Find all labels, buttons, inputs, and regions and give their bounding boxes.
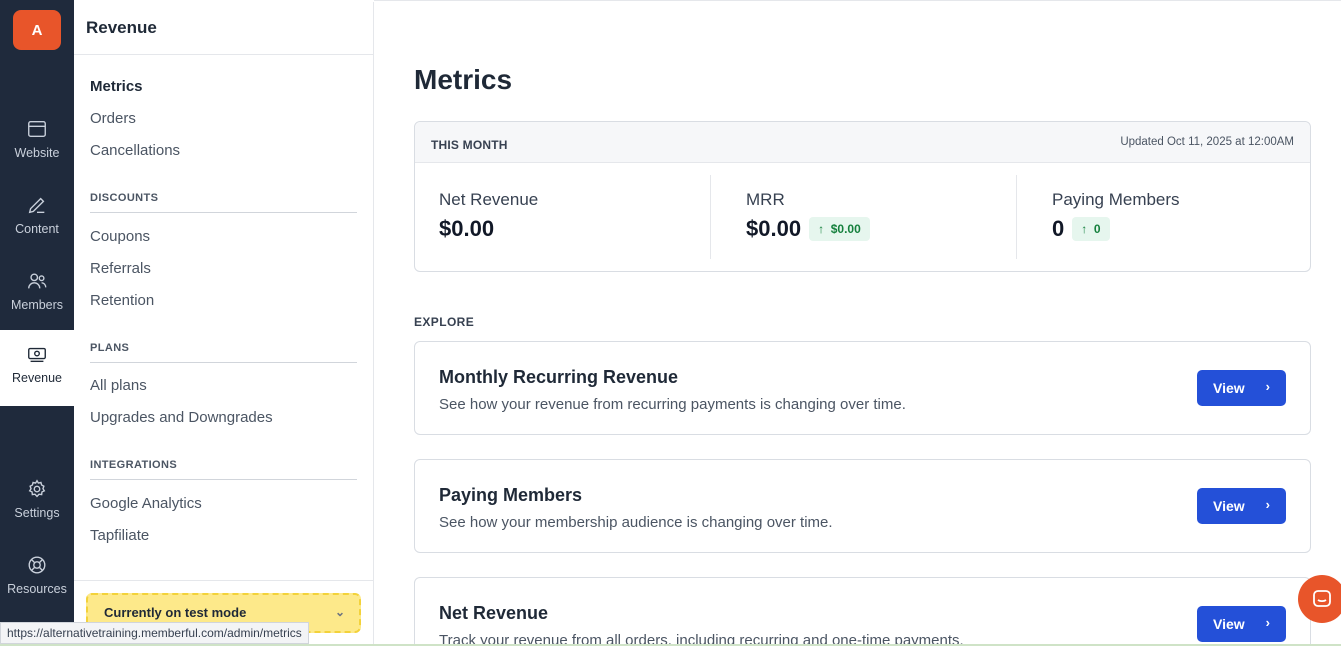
chevron-right-icon: › [1265, 497, 1270, 512]
chat-icon [1313, 590, 1331, 607]
sidebar-item-tapfiliate[interactable]: Tapfiliate [90, 527, 149, 544]
delta-value: 0 [1093, 222, 1101, 236]
revenue-sidebar: Revenue Metrics Orders Cancellations DIS… [74, 2, 374, 646]
explore-card-mrr: Monthly Recurring Revenue See how your r… [414, 341, 1311, 435]
arrow-up-icon: ↑ [1081, 222, 1094, 236]
view-button[interactable]: View › [1197, 606, 1286, 642]
delta-badge: ↑ 0 [1072, 217, 1110, 241]
sidebar-item-coupons[interactable]: Coupons [90, 228, 150, 245]
rail-label: Members [10, 298, 64, 312]
stat-mrr: MRR $0.00 ↑ $0.00 [722, 175, 1017, 259]
view-label: View [1213, 380, 1245, 396]
gear-icon [28, 479, 46, 498]
stat-value-text: 0 [1052, 216, 1065, 241]
explore-card-net-revenue: Net Revenue Track your revenue from all … [414, 577, 1311, 646]
explore-title: Monthly Recurring Revenue [439, 367, 679, 387]
account-avatar[interactable]: A [13, 10, 61, 50]
stat-name: Net Revenue [439, 190, 539, 209]
rail-item-revenue[interactable]: Revenue [0, 330, 74, 406]
app: A Website Content Members Revenue Settin… [0, 0, 1341, 646]
sidebar-item-all-plans[interactable]: All plans [90, 377, 147, 394]
rail-label: Resources [7, 582, 67, 596]
money-icon [28, 347, 46, 363]
delta-badge: ↑ $0.00 [809, 217, 870, 241]
section-integrations: INTEGRATIONS [90, 459, 357, 480]
rail-item-content[interactable]: Content [0, 194, 74, 256]
sidebar-item-cancellations[interactable]: Cancellations [90, 142, 180, 159]
sidebar-item-upgrades-downgrades[interactable]: Upgrades and Downgrades [90, 409, 273, 426]
stat-value-text: $0.00 [746, 216, 802, 241]
stat-name: Paying Members [1052, 190, 1180, 209]
stat-divider [1016, 175, 1017, 259]
explore-title: Paying Members [439, 485, 583, 505]
rail-label: Content [15, 222, 59, 236]
stat-value: 0 ↑ 0 [1052, 216, 1308, 242]
stat-value: $0.00 [439, 216, 710, 242]
explore-card-paying-members: Paying Members See how your membership a… [414, 459, 1311, 553]
rail-label: Revenue [11, 371, 63, 385]
section-discounts: DISCOUNTS [90, 192, 357, 213]
rail-item-website[interactable]: Website [0, 118, 74, 180]
explore-description: See how your revenue from recurring paym… [439, 396, 906, 413]
chevron-down-icon: ⌄ [334, 605, 345, 619]
sidebar-item-google-analytics[interactable]: Google Analytics [90, 495, 202, 512]
chat-launcher-button[interactable] [1298, 575, 1341, 623]
updated-timestamp: Updated Oct 11, 2025 at 12:00AM [1120, 136, 1294, 148]
view-button[interactable]: View › [1197, 370, 1286, 406]
this-month-label: THIS MONTH [431, 138, 508, 152]
chevron-right-icon: › [1265, 379, 1270, 394]
this-month-header: THIS MONTH Updated Oct 11, 2025 at 12:00… [415, 122, 1310, 163]
browser-icon [28, 120, 46, 138]
sidebar-item-metrics[interactable]: Metrics [90, 78, 143, 95]
section-plans: PLANS [90, 342, 357, 363]
this-month-card: THIS MONTH Updated Oct 11, 2025 at 12:00… [414, 121, 1311, 272]
pencil-icon [28, 197, 45, 214]
status-bar-url: https://alternativetraining.memberful.co… [0, 622, 309, 644]
sidebar-item-orders[interactable]: Orders [90, 110, 136, 127]
stat-name: MRR [746, 190, 785, 209]
users-icon [28, 273, 47, 289]
stat-value: $0.00 ↑ $0.00 [746, 216, 1017, 242]
page-title: Metrics [414, 64, 513, 95]
rail-label: Settings [14, 506, 60, 520]
view-button[interactable]: View › [1197, 488, 1286, 524]
stat-net-revenue: Net Revenue $0.00 [415, 175, 710, 259]
test-mode-label: Currently on test mode [104, 605, 247, 620]
stat-divider [710, 175, 711, 259]
view-label: View [1213, 498, 1245, 514]
arrow-up-icon: ↑ [818, 222, 831, 236]
view-label: View [1213, 616, 1245, 632]
rail-label: Website [14, 146, 60, 160]
stat-value-text: $0.00 [439, 216, 495, 241]
rail-item-resources[interactable]: Resources [0, 554, 74, 616]
rail-item-settings[interactable]: Settings [0, 478, 74, 540]
chevron-right-icon: › [1265, 615, 1270, 630]
sidebar-item-referrals[interactable]: Referrals [90, 260, 151, 277]
explore-description: See how your membership audience is chan… [439, 514, 833, 531]
icon-rail: A Website Content Members Revenue Settin… [0, 0, 74, 646]
main-content: Metrics THIS MONTH Updated Oct 11, 2025 … [374, 0, 1341, 646]
stat-paying-members: Paying Members 0 ↑ 0 [1028, 175, 1308, 259]
explore-label: EXPLORE [414, 315, 475, 329]
sidebar-title: Revenue [74, 2, 373, 55]
rail-item-members[interactable]: Members [0, 270, 74, 332]
explore-title: Net Revenue [439, 603, 549, 623]
delta-value: $0.00 [830, 222, 861, 236]
sidebar-item-retention[interactable]: Retention [90, 292, 154, 309]
lifebuoy-icon [28, 556, 46, 574]
